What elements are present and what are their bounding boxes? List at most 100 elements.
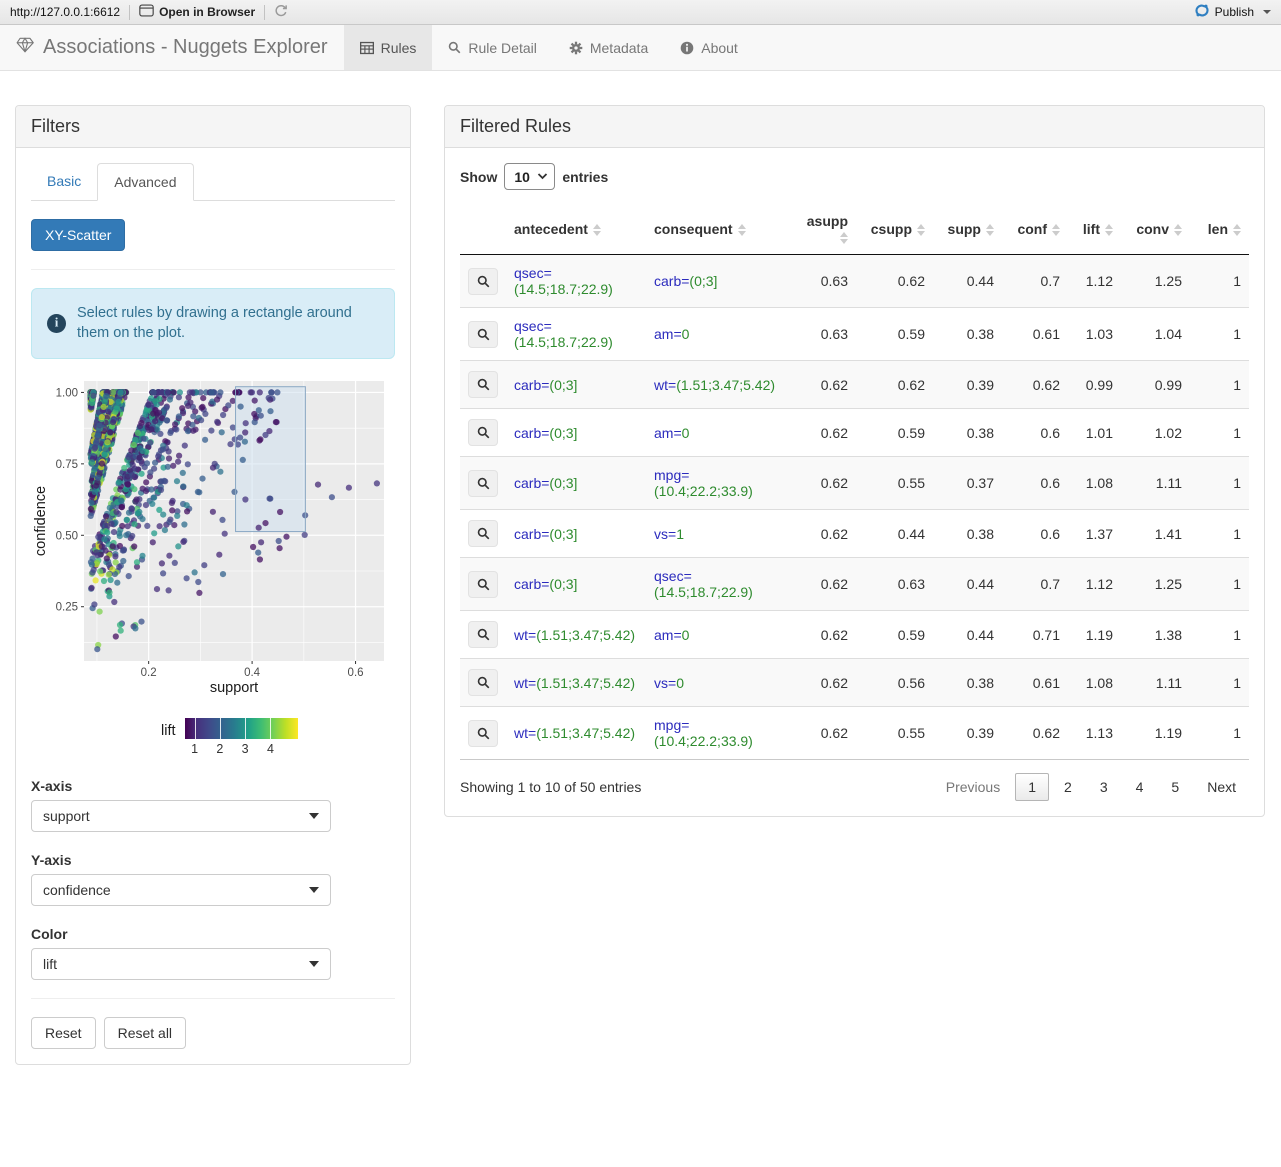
consequent-attribute[interactable]: wt= xyxy=(654,377,676,393)
rule-row-5: carb=(0;3] mpg=(10.4;22.2;33.9) 0.62 0.55 0.… xyxy=(460,456,1249,510)
rule-detail-button[interactable] xyxy=(468,371,498,398)
antecedent-value[interactable]: (0;3] xyxy=(549,425,577,441)
lift-cell: 1.12 xyxy=(1085,273,1113,289)
column-header-conv[interactable]: conv xyxy=(1121,204,1190,255)
antecedent-attribute[interactable]: wt= xyxy=(514,675,536,691)
antecedent-attribute[interactable]: carb= xyxy=(514,425,549,441)
x-axis-select[interactable]: support xyxy=(31,799,331,832)
antecedent-value[interactable]: (0;3] xyxy=(549,377,577,393)
entries-select[interactable]: 10 xyxy=(504,163,556,190)
consequent-value[interactable]: (1.51;3.47;5.42) xyxy=(676,377,775,393)
column-header-asupp[interactable]: asupp xyxy=(786,204,856,255)
rule-row-2: qsec=(14.5;18.7;22.9) am=0 0.63 0.59 0.38 0.6… xyxy=(460,307,1249,361)
rule-detail-button[interactable] xyxy=(468,669,498,696)
lift-cell: 1.37 xyxy=(1085,525,1113,542)
pagination-previous[interactable]: Previous xyxy=(933,773,1013,801)
antecedent-attribute[interactable]: carb= xyxy=(514,377,549,393)
consequent-attribute[interactable]: am= xyxy=(654,627,682,643)
xy-scatter-button[interactable]: XY-Scatter xyxy=(31,219,126,251)
conf-cell: 0.61 xyxy=(1032,326,1060,342)
consequent-value[interactable]: (10.4;22.2;33.9) xyxy=(654,483,753,499)
navbar-tab-metadata[interactable]: Metadata xyxy=(553,25,664,70)
antecedent-attribute[interactable]: carb= xyxy=(514,526,549,542)
rule-detail-button[interactable] xyxy=(468,570,498,598)
antecedent-value[interactable]: (14.5;18.7;22.9) xyxy=(514,281,613,297)
column-header-lift[interactable]: lift xyxy=(1068,204,1121,255)
tab-advanced[interactable]: Advanced xyxy=(97,163,194,201)
consequent-value[interactable]: (10.4;22.2;33.9) xyxy=(654,733,753,749)
csupp-cell: 0.44 xyxy=(897,525,925,542)
consequent-attribute[interactable]: vs= xyxy=(654,675,676,691)
antecedent-attribute[interactable]: wt= xyxy=(514,725,536,741)
column-header-supp[interactable]: supp xyxy=(933,204,1002,255)
consequent-attribute[interactable]: vs= xyxy=(654,526,676,542)
tab-basic[interactable]: Basic xyxy=(31,163,97,200)
pagination-page-4[interactable]: 4 xyxy=(1123,773,1157,801)
consequent-attribute[interactable]: qsec= xyxy=(654,568,692,584)
publish-button[interactable]: Publish xyxy=(1194,3,1271,21)
rule-detail-button[interactable] xyxy=(468,267,498,295)
rule-detail-button[interactable] xyxy=(468,419,498,446)
navbar-tab-rule-detail[interactable]: Rule Detail xyxy=(432,25,552,70)
consequent-value[interactable]: 0 xyxy=(682,425,690,441)
supp-cell: 0.39 xyxy=(966,376,994,393)
antecedent-attribute[interactable]: carb= xyxy=(514,576,549,592)
color-select[interactable]: lift xyxy=(31,947,331,980)
antecedent-value[interactable]: (0;3] xyxy=(549,576,577,592)
rules-table: antecedent consequent asupp csupp supp conf li… xyxy=(460,204,1249,760)
antecedent-value[interactable]: (0;3] xyxy=(549,526,577,542)
pagination-page-1[interactable]: 1 xyxy=(1015,773,1050,801)
refresh-button[interactable] xyxy=(274,4,288,21)
magnifier-icon xyxy=(477,477,490,490)
y-axis-select[interactable]: confidence xyxy=(31,873,331,906)
consequent-attribute[interactable]: carb= xyxy=(654,273,689,289)
antecedent-attribute[interactable]: wt= xyxy=(514,627,536,643)
conv-cell: 1.25 xyxy=(1154,576,1182,592)
antecedent-value[interactable]: (0;3] xyxy=(549,475,577,491)
column-header-conf[interactable]: conf xyxy=(1002,204,1068,255)
rule-detail-button[interactable] xyxy=(468,320,498,348)
consequent-value[interactable]: (14.5;18.7;22.9) xyxy=(654,584,753,600)
consequent-attribute[interactable]: mpg= xyxy=(654,717,689,733)
table-icon xyxy=(359,41,374,55)
sort-icon xyxy=(737,224,746,237)
column-header-csupp[interactable]: csupp xyxy=(856,204,933,255)
consequent-attribute[interactable]: am= xyxy=(654,326,682,342)
column-header-len[interactable]: len xyxy=(1190,204,1249,255)
rule-detail-button[interactable] xyxy=(468,621,498,648)
pagination-page-5[interactable]: 5 xyxy=(1158,773,1192,801)
open-in-browser-button[interactable]: Open in Browser xyxy=(139,4,255,20)
antecedent-value[interactable]: (1.51;3.47;5.42) xyxy=(536,725,635,741)
reset-all-button[interactable]: Reset all xyxy=(103,1016,187,1049)
rule-detail-button[interactable] xyxy=(468,520,498,547)
antecedent-value[interactable]: (14.5;18.7;22.9) xyxy=(514,334,613,350)
antecedent-cell: carb=(0;3] xyxy=(506,558,646,611)
antecedent-value[interactable]: (1.51;3.47;5.42) xyxy=(536,675,635,691)
pagination-page-3[interactable]: 3 xyxy=(1087,773,1121,801)
consequent-attribute[interactable]: mpg= xyxy=(654,467,689,483)
reset-button[interactable]: Reset xyxy=(31,1016,96,1049)
antecedent-value[interactable]: (1.51;3.47;5.42) xyxy=(536,627,635,643)
rule-detail-button[interactable] xyxy=(468,469,498,497)
navbar-tab-rules[interactable]: Rules xyxy=(343,25,433,70)
rules-scatter-plot[interactable]: 0.25 0.50 0.75 1.00 0.2 0.4 0.6 support confiden… xyxy=(33,373,395,758)
antecedent-attribute[interactable]: carb= xyxy=(514,475,549,491)
antecedent-attribute[interactable]: qsec= xyxy=(514,318,552,334)
navbar-tab-about[interactable]: About xyxy=(664,25,754,70)
rule-detail-button[interactable] xyxy=(468,719,498,747)
scatter-plot-canvas[interactable]: 0.25 0.50 0.75 1.00 0.2 0.4 0.6 support confiden… xyxy=(33,373,385,705)
pagination-page-2[interactable]: 2 xyxy=(1051,773,1085,801)
toolbar-divider xyxy=(264,4,266,20)
len-cell: 1 xyxy=(1233,273,1241,289)
consequent-value[interactable]: (0;3] xyxy=(689,273,717,289)
consequent-attribute[interactable]: am= xyxy=(654,425,682,441)
consequent-value[interactable]: 0 xyxy=(682,326,690,342)
antecedent-attribute[interactable]: qsec= xyxy=(514,265,552,281)
consequent-value[interactable]: 0 xyxy=(682,627,690,643)
column-header-antecedent[interactable]: antecedent xyxy=(506,204,646,255)
pagination-next[interactable]: Next xyxy=(1194,773,1249,801)
column-header-consequent[interactable]: consequent xyxy=(646,204,786,255)
consequent-value[interactable]: 1 xyxy=(676,526,684,542)
legend-tick-label: 4 xyxy=(266,741,274,756)
consequent-value[interactable]: 0 xyxy=(676,675,684,691)
